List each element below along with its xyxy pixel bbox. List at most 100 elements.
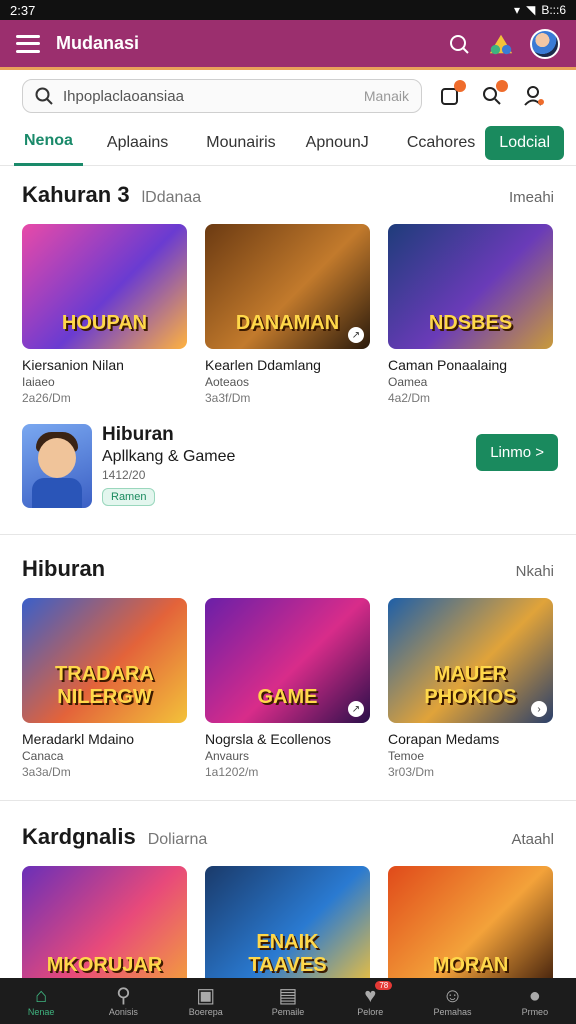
- game-thumbnail: MAUER PHOKIOS ›: [388, 598, 553, 723]
- search-input[interactable]: Ihpoplaclaoansiaa Manaik: [22, 79, 422, 113]
- avatar[interactable]: [530, 28, 560, 59]
- game-card[interactable]: TRADARA NILERGW Meradarkl Mdaino Canaca …: [22, 598, 187, 779]
- card-subtitle: Temoe: [388, 749, 425, 763]
- user-icon: ☺: [442, 985, 463, 1007]
- nav-item-profile[interactable]: ● Prmeo: [499, 985, 571, 1017]
- game-card[interactable]: MORAN: [388, 866, 553, 991]
- game-thumbnail: DANAMAN ↗: [205, 224, 370, 349]
- home-icon: ⌂: [35, 985, 48, 1007]
- section-more-link[interactable]: Nkahi: [516, 563, 554, 580]
- card-meta: 3a3a/Dm: [22, 765, 71, 779]
- status-time: 2:37: [10, 2, 36, 18]
- search-icon: ⚲: [116, 985, 131, 1007]
- app-title: Mudanasi: [56, 33, 140, 53]
- nav-label: Nenae: [27, 1007, 55, 1017]
- game-thumbnail: TRADARA NILERGW: [22, 598, 187, 723]
- promo-meta: 1412/20: [102, 468, 146, 482]
- section-kardgnalis: Kardgnalis Doliarna Ataahl MKORUJAR ENAI…: [0, 824, 576, 991]
- bookmark-icon: ▤: [278, 985, 298, 1007]
- search-icon[interactable]: [446, 31, 472, 57]
- game-thumbnail: GAME ↗: [205, 598, 370, 723]
- card-subtitle: Canaca: [22, 749, 64, 763]
- tab-apnounj[interactable]: ApnounJ: [296, 120, 379, 166]
- thumbnail-art-text: ENAIK TAAVES: [248, 931, 327, 976]
- nav-label: Pelore: [357, 1007, 384, 1017]
- tab-nenoa[interactable]: Nenoa: [14, 120, 83, 166]
- card-meta: 3a3f/Dm: [205, 391, 251, 405]
- section-subtitle: Doliarna: [147, 831, 208, 848]
- promo-button[interactable]: Linmo >: [476, 434, 558, 471]
- nav-item-account[interactable]: ☺ Pemahas: [417, 985, 489, 1017]
- tab-ccahores[interactable]: Ccahores: [397, 120, 485, 166]
- thumbnail-art-text: MAUER PHOKIOS: [424, 663, 517, 708]
- nav-item-search[interactable]: ⚲ Aonisis: [87, 985, 159, 1017]
- nav-label: Pemaile: [271, 1007, 305, 1017]
- nav-item-bookmark[interactable]: ▤ Pemaile: [252, 985, 324, 1017]
- game-thumbnail: NDSBES: [388, 224, 553, 349]
- card-title: Kearlen Ddamlang: [205, 357, 321, 373]
- card-row: TRADARA NILERGW Meradarkl Mdaino Canaca …: [0, 598, 576, 779]
- card-meta: 1a1202/m: [205, 765, 259, 779]
- battery-text: B:::6: [541, 3, 566, 17]
- tab-action-button[interactable]: Lodcial: [485, 125, 564, 160]
- status-bar: 2:37 ▾ ◥ B:::6: [0, 0, 576, 20]
- nav-item-home[interactable]: ⌂ Nenae: [5, 985, 77, 1017]
- game-thumbnail: MKORUJAR: [22, 866, 187, 991]
- play-icon[interactable]: ↗: [348, 701, 364, 717]
- card-title: Caman Ponaalaing: [388, 357, 508, 373]
- nav-label: Boerepa: [188, 1007, 223, 1017]
- section-title: Hiburan: [22, 556, 106, 581]
- game-card[interactable]: MAUER PHOKIOS › Corapan Medams Temoe 3r03…: [388, 598, 553, 779]
- nav-label: Aonisis: [108, 1007, 138, 1017]
- game-thumbnail: ENAIK TAAVES: [205, 866, 370, 991]
- section-kahuran: Kahuran 3 lDdanaa Imeahi HOUPAN Kiersani…: [0, 182, 576, 405]
- games-icon[interactable]: [488, 31, 514, 57]
- game-card[interactable]: MKORUJAR: [22, 866, 187, 991]
- tab-mounairis[interactable]: Mounairis: [196, 120, 285, 166]
- category-tabs: Nenoa Aplaains Mounairis ApnounJ Ccahore…: [0, 120, 576, 166]
- app-bar: Mudanasi: [0, 20, 576, 70]
- card-subtitle: Aoteaos: [205, 375, 250, 389]
- thumbnail-art-text: MORAN: [432, 954, 509, 976]
- notification-square-icon[interactable]: [436, 80, 466, 110]
- game-card[interactable]: GAME ↗ Nogrsla & Ecollenos Anvaurs 1a1202…: [205, 598, 370, 779]
- promo-subtitle: Apllkang & Gamee: [102, 448, 236, 465]
- game-card[interactable]: HOUPAN Kiersanion Nilan Iaiaeo 2a26/Dm: [22, 224, 187, 405]
- card-title: Meradarkl Mdaino: [22, 731, 135, 747]
- game-card[interactable]: ENAIK TAAVES: [205, 866, 370, 991]
- card-row: HOUPAN Kiersanion Nilan Iaiaeo 2a26/Dm D…: [0, 224, 576, 405]
- nav-item-library[interactable]: ▣ Boerepa: [170, 985, 242, 1017]
- section-more-link[interactable]: Imeahi: [509, 189, 554, 206]
- card-title: Kiersanion Nilan: [22, 357, 124, 373]
- game-thumbnail: HOUPAN: [22, 224, 187, 349]
- search-alt-icon[interactable]: [478, 80, 508, 110]
- profile-icon: ●: [528, 985, 541, 1007]
- divider: [0, 534, 576, 535]
- menu-icon[interactable]: [16, 34, 40, 53]
- search-row: Ihpoplaclaoansiaa Manaik: [0, 73, 576, 119]
- card-subtitle: Iaiaeo: [22, 375, 55, 389]
- heart-icon: ♥: [364, 985, 377, 1007]
- promo-row[interactable]: Hiburan Apllkang & Gamee 1412/20 Ramen L…: [22, 424, 558, 508]
- tab-aplaains[interactable]: Aplaains: [97, 120, 178, 166]
- bottom-nav: ⌂ Nenae ⚲ Aonisis ▣ Boerepa ▤ Pemaile ♥ …: [0, 978, 576, 1024]
- section-title: Kahuran 3: [22, 182, 130, 207]
- game-card[interactable]: NDSBES Caman Ponaalaing Oamea 4a2/Dm: [388, 224, 553, 405]
- nav-item-favorites[interactable]: ♥ 78 Pelore: [334, 981, 406, 1017]
- play-icon[interactable]: ›: [531, 701, 547, 717]
- thumbnail-art-text: GAME: [257, 686, 318, 708]
- game-thumbnail: MORAN: [388, 866, 553, 991]
- divider: [0, 800, 576, 801]
- user-icon[interactable]: [520, 82, 548, 110]
- section-hiburan: Hiburan Nkahi TRADARA NILERGW Meradarkl …: [0, 556, 576, 779]
- thumbnail-art-text: MKORUJAR: [46, 954, 163, 976]
- card-meta: 4a2/Dm: [388, 391, 431, 405]
- search-badge: [496, 80, 508, 92]
- search-icon: [35, 87, 53, 105]
- play-icon[interactable]: ↗: [348, 327, 364, 343]
- section-more-link[interactable]: Ataahl: [511, 831, 554, 848]
- nav-badge: 78: [375, 981, 393, 990]
- thumbnail-art-text: DANAMAN: [235, 312, 340, 334]
- card-meta: 3r03/Dm: [388, 765, 435, 779]
- game-card[interactable]: DANAMAN ↗ Kearlen Ddamlang Aoteaos 3a3f/D…: [205, 224, 370, 405]
